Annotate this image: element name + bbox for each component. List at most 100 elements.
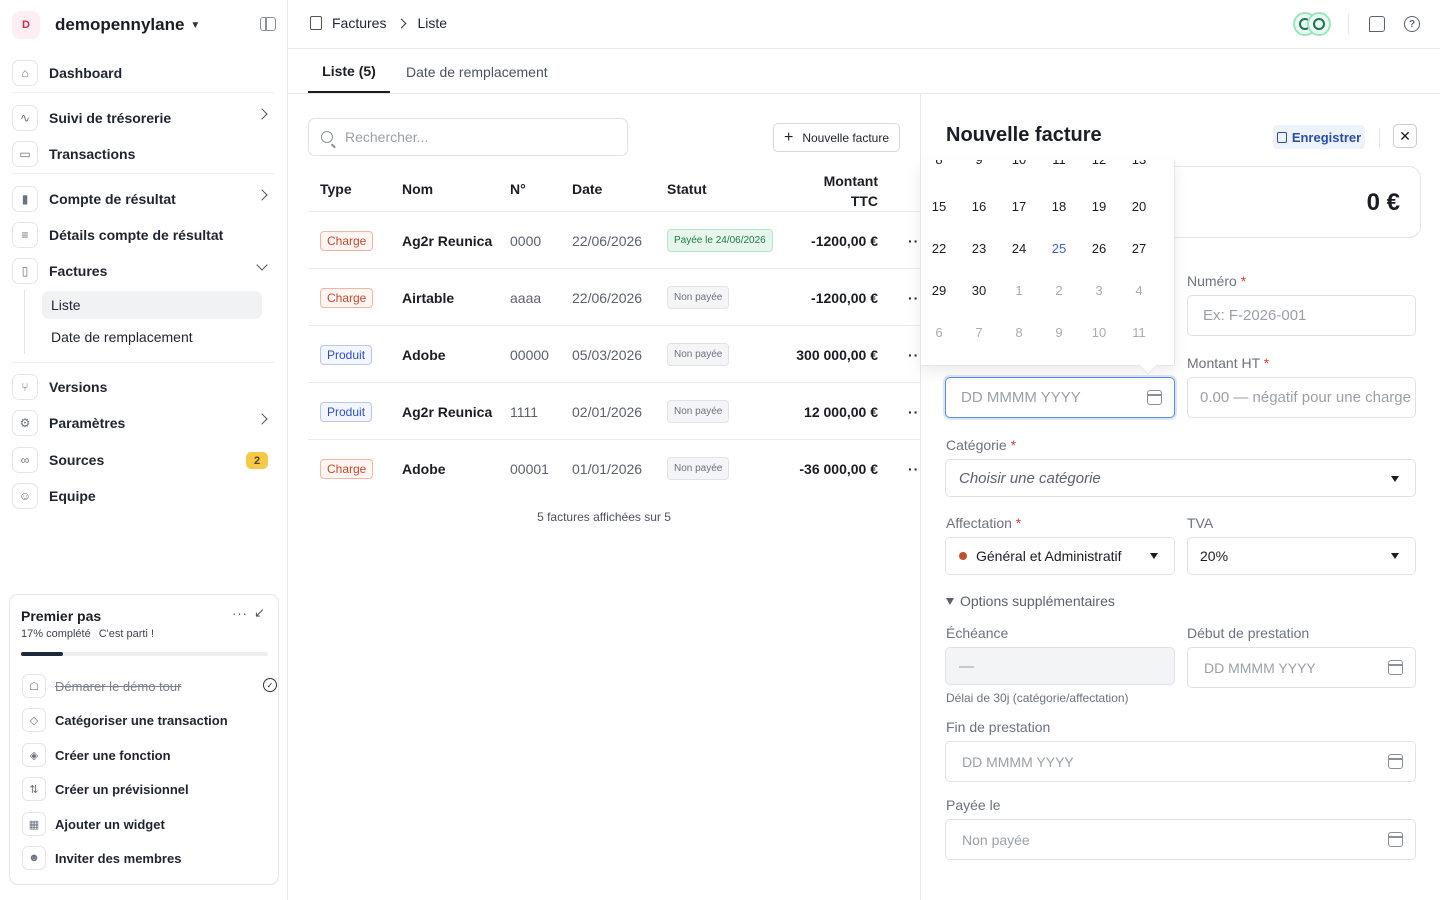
affectation-select[interactable]: Général et Administratif [945,537,1175,575]
task-categoriser[interactable]: ◇ Catégoriser une transaction [22,707,272,733]
sidebar-item-tresorerie[interactable]: ∿ Suivi de trésorerie [12,103,274,133]
tab-date-remplacement[interactable]: Date de remplacement [406,50,548,93]
table-row[interactable]: Produit Ag2r Reunica 1111 02/01/2026 Non pay… [308,382,924,439]
calendar-day[interactable]: 6 [921,325,957,340]
calendar-day[interactable]: 17 [1001,199,1037,214]
message-icon[interactable] [1369,16,1385,32]
search-input[interactable] [345,129,615,145]
calendar-day[interactable]: 16 [961,199,997,214]
org-switcher[interactable]: D demopennylane ▼ [12,10,200,40]
col-header-num[interactable]: N° [510,181,526,197]
calendar-day[interactable]: 4 [1121,283,1157,298]
calendar-day[interactable]: 3 [1081,283,1117,298]
echeance-label: Échéance [946,625,1009,641]
minimize-icon[interactable]: ↙ [254,605,265,621]
calendar-day[interactable]: 22 [921,241,957,256]
chevron-down-icon [256,259,268,271]
sidebar-item-factures[interactable]: ▯ Factures [12,256,274,286]
progress-fill [21,652,63,656]
col-header-date[interactable]: Date [572,181,602,197]
calendar-icon[interactable] [1388,660,1403,675]
dropdown-arrow-icon [1150,553,1158,559]
calendar-day[interactable]: 8 [1001,325,1037,340]
sidebar-item-parametres[interactable]: ⚙ Paramètres [12,408,274,438]
fin-prestation-field[interactable]: DD MMMM YYYY [945,741,1416,782]
num-cell: 00000 [510,346,549,363]
more-icon[interactable]: ··· [232,606,248,621]
task-membres[interactable]: ☻ Inviter des membres [22,845,272,871]
search-box[interactable] [308,118,628,156]
calendar-icon[interactable] [1147,390,1162,405]
tva-select[interactable]: 20% [1187,537,1416,575]
table-row[interactable]: Charge Ag2r Reunica 0000 22/06/2026 Payée le… [308,211,924,268]
calendar-day[interactable]: 2 [1041,283,1077,298]
calendar-day[interactable]: 18 [1041,199,1077,214]
options-toggle[interactable]: Options supplémentaires [946,593,1115,609]
calendar-icon[interactable] [1388,754,1403,769]
collaborators-avatars[interactable] [1293,12,1333,38]
help-icon[interactable]: ? [1404,16,1420,32]
categorie-select[interactable]: Choisir une catégorie [945,459,1416,497]
col-header-montant[interactable]: Montant TTC [790,171,878,211]
sidebar-item-label: Transactions [49,146,136,162]
montant-ht-field[interactable]: 0.00 — négatif pour une charge [1187,377,1416,418]
task-fonction[interactable]: ◈ Créer une fonction [22,742,272,768]
sidebar-subitem-liste[interactable]: Liste [42,291,262,319]
sidebar-subitem-date-remplacement[interactable]: Date de remplacement [42,323,262,351]
task-widget[interactable]: ▦ Ajouter un widget [22,811,272,837]
calendar-day[interactable]: 1 [1001,283,1037,298]
sidebar-item-equipe[interactable]: ☺ Equipe [12,481,274,511]
calendar-day[interactable]: 10 [1081,325,1117,340]
debut-prestation-field[interactable]: DD MMMM YYYY [1187,647,1416,688]
payee-le-field[interactable]: Non payée [945,819,1416,860]
task-previsionnel[interactable]: ⇅ Créer un prévisionnel [22,776,272,802]
calendar-day-clipped: 13 [1121,160,1157,167]
calendar-day[interactable]: 30 [961,283,997,298]
debut-prestation-label: Début de prestation [1187,625,1310,641]
calendar-day[interactable]: 29 [921,283,957,298]
tab-liste[interactable]: Liste (5) [308,50,390,93]
table-row[interactable]: Charge Airtable aaaa 22/06/2026 Non payée -12… [308,268,924,325]
sidebar-item-compte-resultat[interactable]: ▮ Compte de résultat [12,184,274,214]
numero-field[interactable]: Ex: F-2026-001 [1187,295,1416,336]
required-mark: * [1240,273,1247,289]
breadcrumb-root[interactable]: Factures [332,15,386,31]
task-demo-tour[interactable]: ☖ Démarer le démo tour ✓ [22,673,277,699]
divider [1379,128,1380,148]
task-label: Créer une fonction [55,747,171,763]
sidebar-item-sources[interactable]: ∞ Sources 2 [12,445,274,475]
calendar-day[interactable]: 7 [961,325,997,340]
sidebar-item-versions[interactable]: ⑂ Versions [12,372,274,402]
date-facture-field[interactable]: DD MMMM YYYY [945,377,1175,418]
document-icon: ▯ [12,258,38,284]
calendar-day[interactable]: 9 [1041,325,1077,340]
calendar-day[interactable]: 20 [1121,199,1157,214]
sidebar-item-dashboard[interactable]: ⌂ Dashboard [12,58,274,88]
sidebar-collapse-icon[interactable] [260,17,276,31]
calendar-day[interactable]: 26 [1081,241,1117,256]
table-row[interactable]: Charge Adobe 00001 01/01/2026 Non payée -36 0… [308,439,924,496]
calendar-day[interactable]: 11 [1121,325,1157,340]
calendar-day[interactable]: 24 [1001,241,1037,256]
calendar-day[interactable]: 27 [1121,241,1157,256]
calendar-day[interactable]: 23 [961,241,997,256]
calendar-day[interactable]: 19 [1081,199,1117,214]
calendar-day[interactable]: 15 [921,199,957,214]
new-invoice-button[interactable]: + Nouvelle facture [773,123,900,152]
sources-count-badge: 2 [246,452,268,469]
calendar-icon[interactable] [1388,832,1403,847]
type-badge: Produit [320,344,373,365]
col-header-statut[interactable]: Statut [667,181,707,197]
sidebar-item-details-compte[interactable]: ≡ Détails compte de résultat [12,220,274,250]
calendar-day[interactable]: 25 [1041,241,1077,256]
sidebar-item-transactions[interactable]: ▭ Transactions [12,139,274,169]
save-button[interactable]: Enregistrer [1273,125,1365,149]
onboarding-title: Premier pas [21,608,102,624]
col-header-type[interactable]: Type [320,181,352,197]
close-button[interactable]: ✕ [1393,124,1417,148]
caret-down-icon [946,597,954,605]
payee-placeholder: Non payée [962,831,1030,848]
col-header-nom[interactable]: Nom [402,181,433,197]
new-invoice-label: Nouvelle facture [802,130,890,145]
table-row[interactable]: Produit Adobe 00000 05/03/2026 Non payée 300 … [308,325,924,382]
